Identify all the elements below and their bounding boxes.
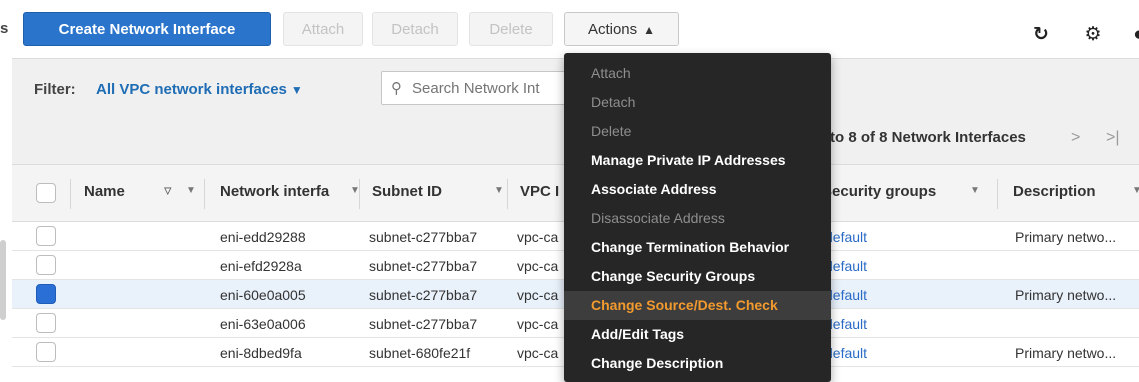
- attach-button[interactable]: Attach: [283, 12, 363, 46]
- column-header-subnet[interactable]: Subnet ID: [372, 183, 442, 200]
- vpc-id: vpc-ca: [517, 345, 559, 361]
- vpc-id: vpc-ca: [517, 287, 559, 303]
- chevron-down-icon: ▼: [290, 83, 303, 97]
- select-all-checkbox[interactable]: [36, 183, 56, 203]
- description: Primary netwo...: [1015, 229, 1117, 245]
- column-header-eni[interactable]: Network interfa: [220, 183, 329, 200]
- security-group-link[interactable]: default: [825, 345, 867, 361]
- security-group-link[interactable]: default: [825, 229, 867, 245]
- eni-id: eni-efd2928a: [220, 258, 302, 274]
- menu-item-associate-address[interactable]: Associate Address: [564, 175, 831, 204]
- help-icon[interactable]: ●: [1128, 24, 1139, 46]
- row-checkbox[interactable]: [36, 255, 56, 275]
- vpc-id: vpc-ca: [517, 229, 559, 245]
- eni-id: eni-edd29288: [220, 229, 306, 245]
- menu-item-attach[interactable]: Attach: [564, 59, 831, 88]
- row-checkbox[interactable]: [36, 226, 56, 246]
- next-page-button[interactable]: >: [1071, 129, 1080, 147]
- pagination-text: to 8 of 8 Network Interfaces: [830, 129, 1026, 146]
- menu-item-delete[interactable]: Delete: [564, 117, 831, 146]
- menu-item-change-termination-behavior[interactable]: Change Termination Behavior: [564, 233, 831, 262]
- actions-label: Actions: [587, 21, 638, 38]
- subnet-id: subnet-c277bba7: [369, 258, 478, 274]
- last-page-button[interactable]: >|: [1106, 129, 1120, 147]
- search-box[interactable]: ⚲: [381, 71, 586, 105]
- menu-item-detach[interactable]: Detach: [564, 88, 831, 117]
- create-network-interface-button[interactable]: Create Network Interface: [23, 12, 271, 46]
- row-checkbox[interactable]: [36, 284, 56, 304]
- eni-id: eni-63e0a006: [220, 316, 306, 332]
- vpc-id: vpc-ca: [517, 258, 559, 274]
- vpc-id: vpc-ca: [517, 316, 559, 332]
- row-checkbox[interactable]: [36, 313, 56, 333]
- filter-value: All VPC network interfaces: [96, 81, 287, 98]
- description: Primary netwo...: [1015, 345, 1117, 361]
- column-divider: [507, 179, 508, 209]
- detach-button[interactable]: Detach: [372, 12, 458, 46]
- delete-button[interactable]: Delete: [469, 12, 553, 46]
- chevron-down-icon[interactable]: ▼: [186, 185, 196, 196]
- chevron-down-icon[interactable]: ▼: [1132, 185, 1139, 196]
- security-group-link[interactable]: default: [825, 316, 867, 332]
- menu-item-change-security-groups[interactable]: Change Security Groups: [564, 262, 831, 291]
- chevron-up-icon: ▲: [643, 23, 656, 37]
- column-divider: [359, 179, 360, 209]
- actions-button[interactable]: Actions ▲: [564, 12, 679, 46]
- security-group-link[interactable]: default: [825, 258, 867, 274]
- menu-item-change-source-dest-check[interactable]: Change Source/Dest. Check: [564, 291, 831, 320]
- subnet-id: subnet-c277bba7: [369, 316, 478, 332]
- filter-funnel-icon[interactable]: ▿: [164, 181, 172, 199]
- search-icon: ⚲: [391, 80, 402, 97]
- subnet-id: subnet-680fe21f: [369, 345, 471, 361]
- eni-id: eni-60e0a005: [220, 287, 306, 303]
- subnet-id: subnet-c277bba7: [369, 229, 478, 245]
- description: Primary netwo...: [1015, 287, 1117, 303]
- eni-id: eni-8dbed9fa: [220, 345, 302, 361]
- toolbar: s Create Network Interface Attach Detach…: [0, 0, 1139, 58]
- filter-label: Filter:: [34, 81, 76, 98]
- column-header-security-groups[interactable]: Security groups: [822, 183, 936, 200]
- row-checkbox[interactable]: [36, 342, 56, 362]
- security-group-link[interactable]: default: [825, 287, 867, 303]
- column-divider: [70, 179, 71, 209]
- chevron-down-icon[interactable]: ▼: [970, 185, 980, 196]
- chevron-down-icon[interactable]: ▼: [494, 185, 504, 196]
- menu-item-manage-private-ip[interactable]: Manage Private IP Addresses: [564, 146, 831, 175]
- truncated-left-glyph: s: [0, 20, 9, 37]
- column-divider: [204, 179, 205, 209]
- menu-item-disassociate-address[interactable]: Disassociate Address: [564, 204, 831, 233]
- gear-icon[interactable]: ⚙: [1082, 24, 1104, 46]
- search-input[interactable]: [412, 78, 582, 98]
- subnet-id: subnet-c277bba7: [369, 287, 478, 303]
- column-header-name[interactable]: Name: [84, 183, 125, 200]
- scrollbar[interactable]: [0, 240, 6, 320]
- column-header-description[interactable]: Description: [1013, 183, 1096, 200]
- filter-dropdown[interactable]: All VPC network interfaces ▼: [96, 81, 303, 98]
- column-divider: [997, 179, 998, 209]
- actions-dropdown-menu: Attach Detach Delete Manage Private IP A…: [564, 53, 831, 382]
- column-header-vpc[interactable]: VPC I: [520, 183, 559, 200]
- menu-item-add-edit-tags[interactable]: Add/Edit Tags: [564, 320, 831, 349]
- menu-item-change-description[interactable]: Change Description: [564, 349, 831, 378]
- refresh-icon[interactable]: ↻: [1030, 24, 1052, 46]
